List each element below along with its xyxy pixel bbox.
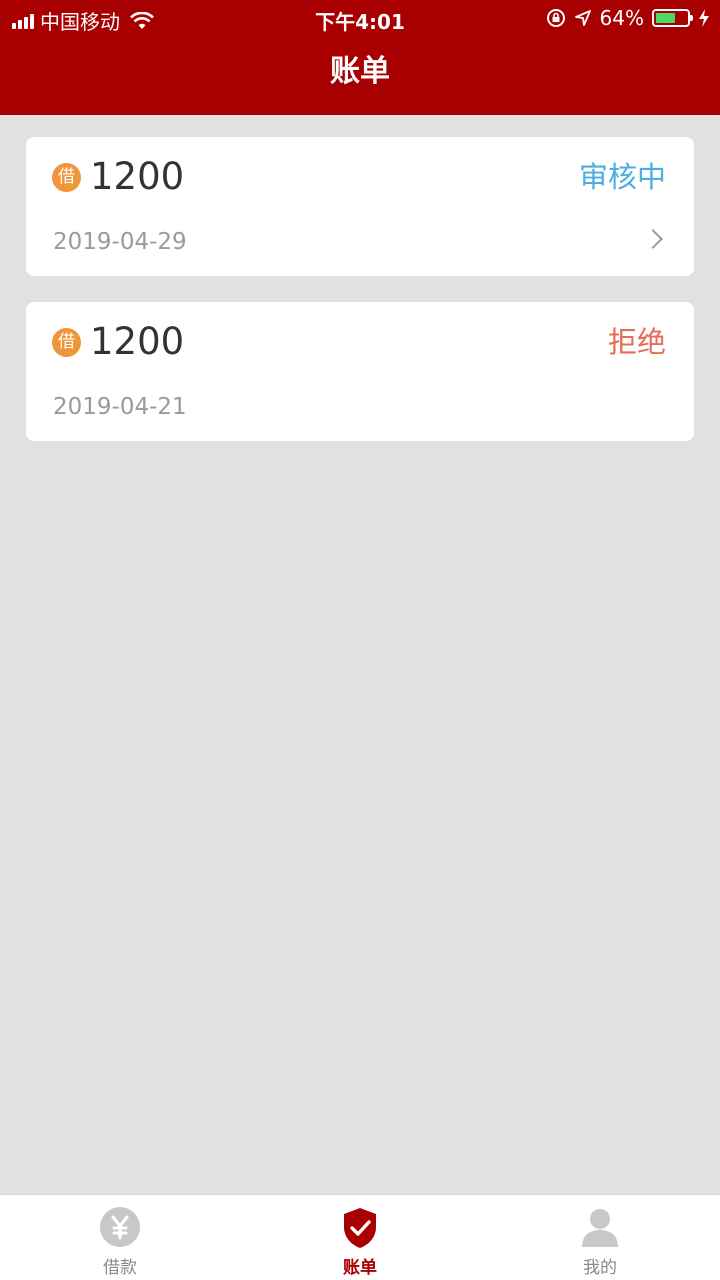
- charging-icon: [699, 9, 709, 27]
- bill-status: 审核中: [578, 160, 666, 194]
- tab-bills[interactable]: 账单: [240, 1195, 480, 1280]
- bill-date: 2019-04-29: [53, 229, 187, 255]
- battery-icon: [652, 9, 693, 27]
- tab-label: 账单: [343, 1258, 377, 1278]
- bill-amount: 1200: [90, 155, 185, 198]
- bill-card[interactable]: 借 1200 拒绝 2019-04-21: [26, 302, 694, 441]
- person-icon: [582, 1209, 618, 1247]
- orientation-lock-icon: [546, 9, 565, 27]
- status-right: 64%: [546, 6, 710, 30]
- tab-label: 借款: [103, 1258, 137, 1278]
- status-bar: 中国移动 下午4:01 64%: [0, 0, 720, 36]
- loan-badge: 借: [52, 328, 81, 357]
- chevron-right-icon[interactable]: [643, 229, 663, 249]
- tab-label: 我的: [583, 1258, 617, 1278]
- yen-icon: [100, 1207, 140, 1247]
- shield-check-icon: [344, 1208, 376, 1248]
- nav-bar: 账单: [0, 36, 720, 115]
- battery-fill: [656, 13, 676, 23]
- battery-percent: 64%: [599, 6, 644, 30]
- location-icon: [574, 10, 591, 26]
- loan-badge: 借: [52, 163, 81, 192]
- tab-bar: 借款 账单 我的: [0, 1194, 720, 1280]
- bill-date: 2019-04-21: [53, 394, 187, 420]
- bill-amount: 1200: [90, 320, 185, 363]
- tab-loan[interactable]: 借款: [0, 1195, 240, 1280]
- page-title: 账单: [330, 54, 390, 89]
- bill-card[interactable]: 借 1200 审核中 2019-04-29: [26, 137, 694, 276]
- tab-mine[interactable]: 我的: [480, 1195, 720, 1280]
- bill-status: 拒绝: [607, 325, 666, 359]
